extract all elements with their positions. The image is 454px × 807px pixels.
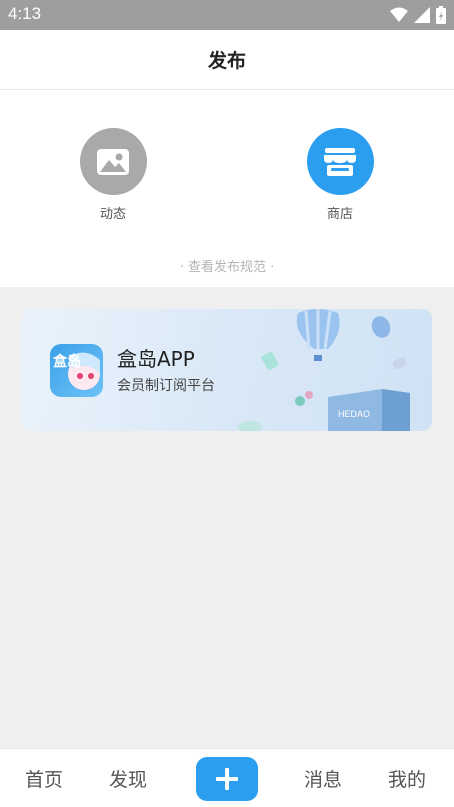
option-store[interactable]: 商店 (295, 128, 385, 222)
publish-add-button[interactable] (196, 757, 258, 801)
header: 发布 (0, 30, 454, 90)
view-rules-link[interactable]: · 查看发布规范 · (0, 256, 454, 275)
promo-banner[interactable]: HEDAO 盒岛 盒岛APP 会员制订阅平台 (22, 309, 432, 431)
banner-art-label: HEDAO (338, 409, 370, 419)
app-logo: 盒岛 (50, 344, 103, 397)
publish-panel: 发布 动态 商店 · 查看发布规范 · (0, 30, 454, 287)
nav-home[interactable]: 首页 (25, 765, 63, 792)
image-icon (97, 148, 129, 175)
plus-icon (216, 768, 238, 790)
option-moment-label: 动态 (99, 207, 126, 222)
battery-icon (436, 6, 446, 24)
option-store-circle[interactable] (306, 128, 374, 195)
wifi-icon (390, 7, 408, 22)
option-moment[interactable]: 动态 (68, 128, 158, 222)
banner-title: 盒岛APP (117, 347, 195, 371)
nav-messages[interactable]: 消息 (304, 765, 342, 792)
page-title: 发布 (207, 50, 246, 72)
status-icons (390, 6, 446, 24)
app-logo-art: 盒岛 (52, 352, 100, 390)
banner-subtitle: 会员制订阅平台 (117, 378, 215, 394)
nav-discover[interactable]: 发现 (109, 765, 147, 792)
app-logo-text: 盒岛 (52, 353, 81, 370)
nav-profile[interactable]: 我的 (388, 765, 426, 792)
option-moment-circle[interactable] (79, 128, 147, 195)
bottom-nav: 首页 发现 消息 我的 (0, 748, 454, 807)
signal-icon (414, 7, 430, 23)
status-time: 4:13 (8, 4, 42, 23)
store-icon (324, 147, 356, 176)
status-bar: 4:13 (0, 0, 454, 30)
option-store-label: 商店 (326, 207, 353, 222)
